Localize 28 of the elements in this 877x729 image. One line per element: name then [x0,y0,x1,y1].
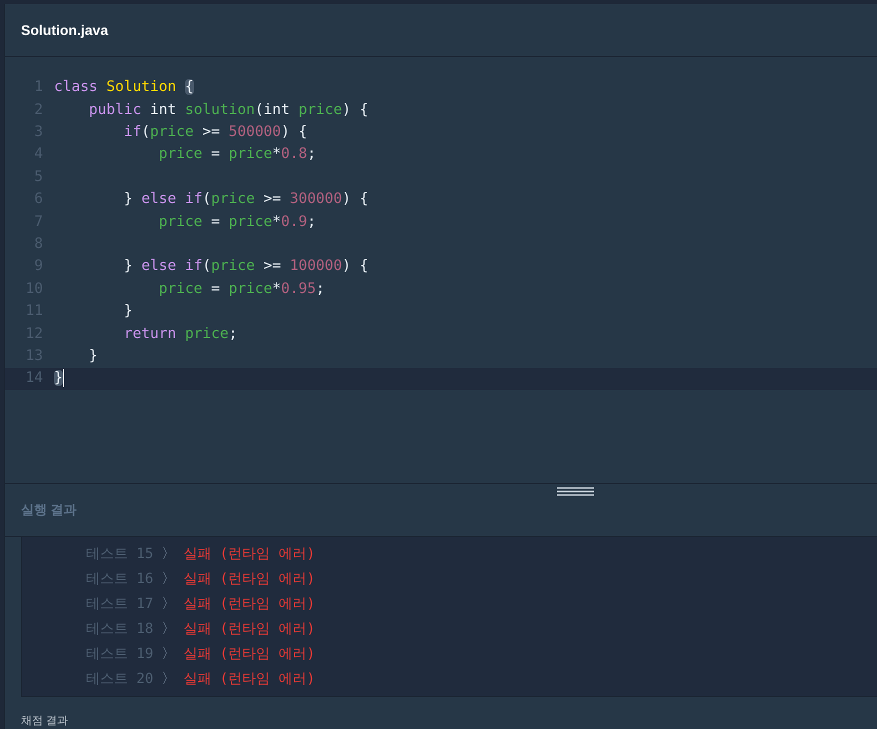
test-result: 실패 (런타임 에러) [183,545,316,564]
code-line: public int solution(int price) { [88,100,368,120]
chevron-glyph: 〉 [161,595,176,614]
test-result: 실패 (런타임 에러) [183,645,316,664]
test-result: 실패 (런타임 에러) [183,595,316,614]
code-line: } else if(price >= 300000) { [122,190,368,210]
test-result: 실패 (런타임 에러) [183,620,316,639]
code-line: } [54,368,64,390]
chevron-glyph: 〉 [161,645,176,664]
chevron-glyph: 〉 [161,570,176,589]
resize-handle-icon[interactable] [557,487,594,496]
code-line: price = price*0.8; [158,145,316,164]
chevron-glyph: 〉 [161,545,176,564]
code-line: price = price*0.95; [158,280,325,299]
code-line: } [122,302,133,322]
chevron-glyph: 〉 [161,620,176,639]
section-title: 채점 결과 [21,715,68,728]
test-result: 실패 (런타임 에러) [183,670,316,689]
code-line: class Solution { [54,78,194,98]
code-line: price = price*0.9; [158,212,316,232]
panel-title: 실행 결과 [21,501,77,520]
code-line: if(price >= 500000) { [122,123,308,142]
code-line: return price; [122,324,238,344]
code-line: } [88,347,98,366]
test-result: 실패 (런타임 에러) [183,570,316,589]
file-tab[interactable]: Solution.java [21,20,108,40]
code-line: } else if(price >= 100000) { [122,257,368,276]
chevron-glyph: 〉 [161,670,176,689]
